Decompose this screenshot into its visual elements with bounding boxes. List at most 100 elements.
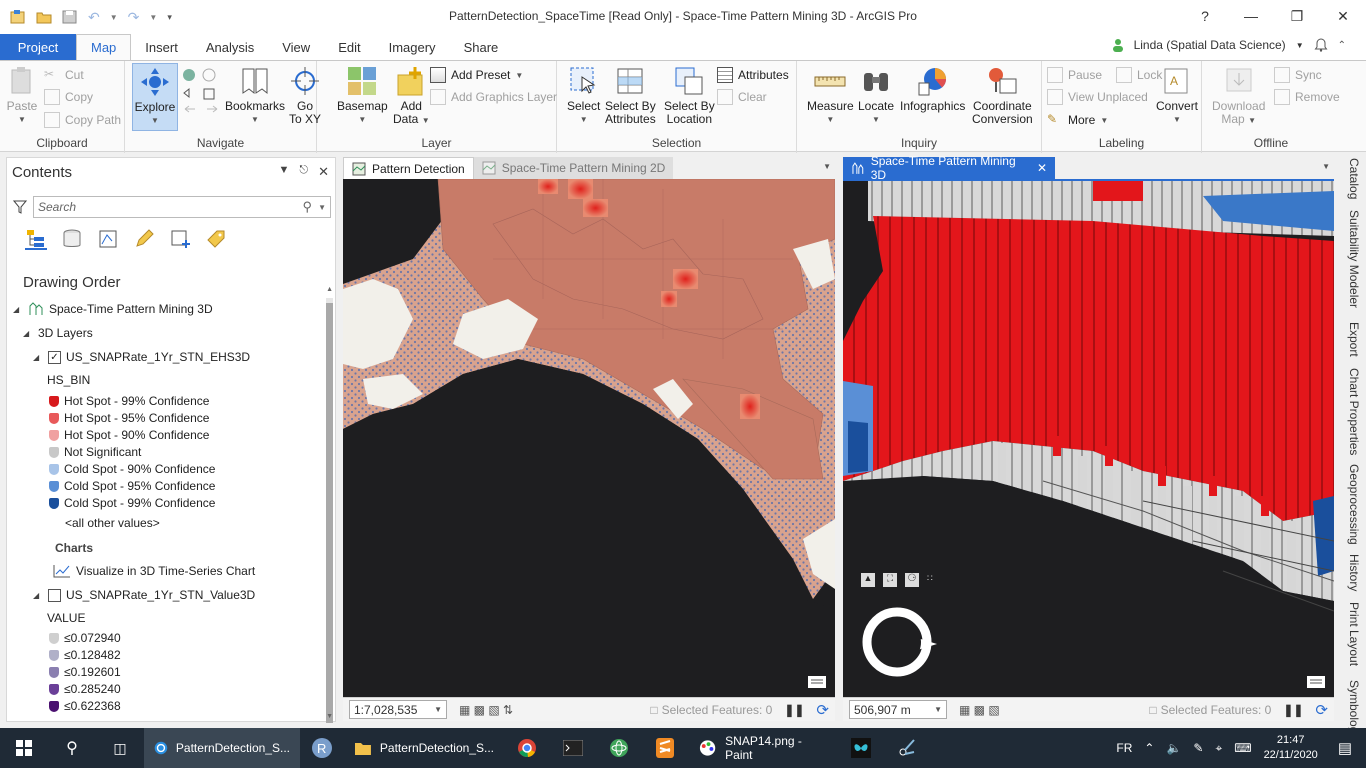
collapse-icon[interactable]: ◢ [33,353,43,362]
legend-class-item[interactable]: Not Significant [49,445,141,459]
taskbar-app-chrome[interactable] [504,728,550,768]
legend-class-item[interactable]: ≤0.192601 [49,665,121,679]
grid-tools-icons[interactable]: ▦ ▩ ▧ ⇅ [459,703,513,717]
refresh-icon[interactable]: ⟳ [1315,701,1328,719]
add-graphics-layer-button[interactable]: Add Graphics Layer [430,89,557,105]
map-overview-icon[interactable] [807,673,827,689]
measure-button[interactable]: Measure ▼ [807,65,854,126]
taskbar-app-arcgis[interactable]: PatternDetection_S... [144,728,300,768]
user-name[interactable]: Linda (Spatial Data Science) [1134,38,1286,52]
dock-tab-history[interactable]: History [1347,554,1361,591]
clock[interactable]: 21:47 22/11/2020 [1264,733,1318,763]
chart-item[interactable]: Visualize in 3D Time-Series Chart [53,564,255,578]
legend-class-item[interactable]: ≤0.285240 [49,682,121,696]
basemap-button[interactable]: Basemap ▼ [337,65,388,126]
close-button[interactable]: ✕ [1320,0,1366,32]
start-button[interactable] [0,728,48,768]
map-view-2d[interactable] [343,179,835,697]
redo-icon[interactable]: ↷ [128,9,140,26]
layer-visibility-checkbox[interactable] [48,588,61,602]
navigator-compass-icon[interactable] [861,606,937,682]
map-overview-icon[interactable] [1306,673,1326,689]
notifications-icon[interactable]: ▤ [1338,739,1352,757]
chevron-down-icon[interactable]: ▼ [110,13,118,22]
dock-tab-geoprocessing[interactable]: Geoprocessing [1347,464,1361,545]
taskbar-app-butterfly[interactable] [838,728,884,768]
taskbar-app-r[interactable]: R [300,728,344,768]
chevron-down-icon[interactable]: ▼ [318,203,326,212]
collapse-icon[interactable]: ◢ [33,591,43,600]
view-unplaced-button[interactable]: View Unplaced [1047,89,1148,105]
collapse-icon[interactable]: ◢ [13,305,23,314]
pen-icon[interactable]: ✎ [1193,741,1203,755]
more-labeling-button[interactable]: ✎ More ▼ [1047,112,1108,128]
tab-space-time-2d[interactable]: Space-Time Pattern Mining 2D [473,157,674,179]
clear-selection-button[interactable]: Clear [717,89,767,105]
dock-tab-suitability-modeler[interactable]: Suitability Modeler [1347,210,1361,308]
taskbar-app-atom[interactable] [596,728,642,768]
pause-drawing-icon[interactable]: ❚❚ [784,703,804,717]
dock-tab-export[interactable]: Export [1347,322,1361,357]
taskbar-app-snipping[interactable] [884,728,930,768]
map-canvas-2d[interactable] [343,179,835,697]
layer-ehs3d[interactable]: ◢ ✓ US_SNAPRate_1Yr_STN_EHS3D [33,350,250,364]
copy-button[interactable]: Copy [44,89,93,105]
tab-imagery[interactable]: Imagery [375,34,450,60]
network-icon[interactable]: ⌖ [1215,741,1222,756]
search-taskbar-icon[interactable]: ⚲ [48,728,96,768]
tab-project[interactable]: Project [0,34,76,60]
select-by-attributes-button[interactable]: Select By Attributes [605,65,656,126]
taskbar-app-terminal[interactable] [550,728,596,768]
copy-path-button[interactable]: Copy Path [44,112,121,128]
help-button[interactable]: ? [1182,0,1228,32]
selected-features-count[interactable]: □ Selected Features: 0 [650,703,772,717]
show-hidden-icons-icon[interactable]: ⌃ [1144,741,1154,755]
scroll-down-icon[interactable]: ▼ [326,713,333,720]
pause-labeling-button[interactable]: Pause [1047,67,1102,83]
chevron-down-icon[interactable]: ▼ [149,13,157,22]
search-icon[interactable]: ⚲ [303,199,313,215]
add-data-button[interactable]: Add Data ▼ [393,65,430,127]
undo-icon[interactable]: ↶ [88,9,100,26]
legend-class-item[interactable]: ≤0.128482 [49,648,121,662]
legend-class-item[interactable]: Cold Spot - 99% Confidence [49,496,215,510]
minimize-button[interactable]: — [1228,0,1274,32]
legend-class-item[interactable]: ≤0.072940 [49,631,121,645]
pin-icon[interactable]: ⎋ [299,164,308,180]
dock-tab-print-layout[interactable]: Print Layout [1347,602,1361,666]
legend-class-item[interactable]: Hot Spot - 99% Confidence [49,394,209,408]
list-by-editing-icon[interactable] [133,228,155,250]
pane-options-icon[interactable]: ▼ [279,164,290,180]
taskbar-app-paint[interactable]: SNAP14.png - Paint [688,728,838,768]
tab-edit[interactable]: Edit [324,34,374,60]
attributes-button[interactable]: Attributes [717,67,789,83]
tabs-dropdown-icon[interactable]: ▼ [823,162,831,171]
bookmarks-button[interactable]: Bookmarks ▼ [225,65,285,126]
layer-value3d[interactable]: ◢ US_SNAPRate_1Yr_STN_Value3D [33,588,255,602]
legend-class-item[interactable]: ≤0.622368 [49,699,121,713]
cut-button[interactable]: ✂ Cut [44,67,84,83]
full-extent-icon[interactable]: ⛶ [883,573,897,587]
legend-class-item[interactable]: Hot Spot - 95% Confidence [49,411,209,425]
grid-icon[interactable]: ∷ [927,573,933,587]
taskbar-app-explorer[interactable]: PatternDetection_S... [344,728,504,768]
camera-distance-dropdown[interactable]: 506,907 m ▼ [849,700,947,719]
close-tab-icon[interactable]: ✕ [1037,161,1047,175]
download-map-button[interactable]: Download Map ▼ [1212,65,1265,127]
task-view-icon[interactable]: ◫ [96,728,144,768]
select-by-location-button[interactable]: Select By Location [664,65,715,126]
select-button[interactable]: Select ▼ [567,65,600,126]
explore-button[interactable]: Explore ▼ [132,63,178,131]
add-preset-button[interactable]: Add Preset ▼ [430,67,523,83]
legend-class-item[interactable]: Cold Spot - 90% Confidence [49,462,215,476]
locate-button[interactable]: Locate ▼ [858,65,894,126]
maximize-button[interactable]: ❐ [1274,0,1320,32]
taskbar-app-sublime[interactable] [642,728,688,768]
navigation-tools-icons[interactable] [181,67,221,123]
paste-button[interactable]: Paste ▼ [6,65,38,126]
grid-tools-icons[interactable]: ▦ ▩ ▧ [959,703,1000,717]
map-view-3d[interactable]: ▲ ⛶ ⚆ ∷ [843,179,1334,697]
keyboard-icon[interactable]: ⌨ [1234,741,1251,755]
selected-features-count[interactable]: □ Selected Features: 0 [1149,703,1271,717]
map-node[interactable]: ◢ Space-Time Pattern Mining 3D [13,302,213,316]
